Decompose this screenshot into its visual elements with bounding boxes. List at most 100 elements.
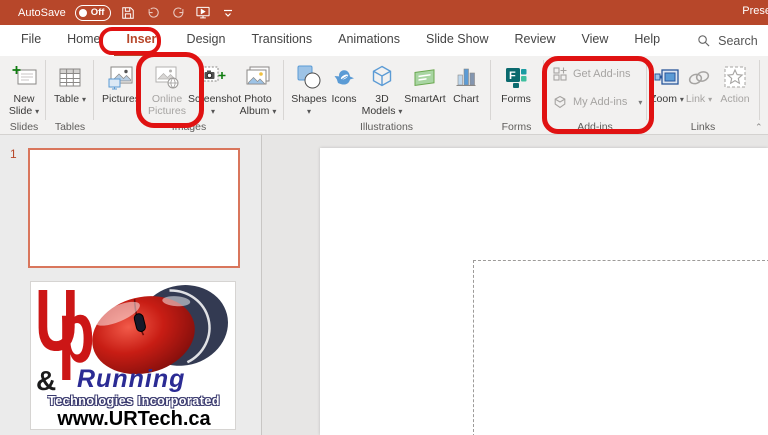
search-input[interactable]: Search <box>695 25 758 56</box>
tab-file[interactable]: File <box>8 25 54 56</box>
tab-transitions[interactable]: Transitions <box>238 25 325 56</box>
3d-models-icon <box>369 60 395 90</box>
new-slide-button[interactable]: New Slide ▾ <box>3 58 45 120</box>
smartart-button[interactable]: SmartArt <box>402 58 448 120</box>
pictures-button[interactable]: Pictures <box>99 58 143 120</box>
group-divider <box>45 60 46 120</box>
forms-icon: F <box>504 60 528 90</box>
my-addins-icon <box>552 94 568 110</box>
dropdown-arrow-icon: ▾ <box>708 95 712 104</box>
content-placeholder[interactable]: Cli <box>473 260 768 435</box>
zoom-icon <box>653 60 681 90</box>
urtech-logo: U p & Running Technologies Incorporated … <box>30 281 236 430</box>
tab-view[interactable]: View <box>569 25 622 56</box>
tab-insert[interactable]: Insert <box>114 25 174 56</box>
online-pictures-button[interactable]: Online Pictures <box>142 58 192 120</box>
3d-models-button[interactable]: 3D Models ▾ <box>360 58 404 120</box>
screenshot-button[interactable]: Screenshot ▾ <box>188 58 238 120</box>
tab-help[interactable]: Help <box>621 25 673 56</box>
chart-button[interactable]: Chart <box>448 58 484 120</box>
get-addins-button[interactable]: Get Add-ins <box>552 64 644 84</box>
zoom-button[interactable]: Zoom ▾ <box>648 58 686 120</box>
new-slide-icon <box>11 60 38 90</box>
link-label: Link <box>686 93 705 105</box>
get-addins-icon <box>552 66 568 82</box>
ribbon-group-label-addins: Add-ins <box>545 121 645 133</box>
link-button[interactable]: Link ▾ <box>682 58 716 120</box>
dropdown-arrow-icon: ▾ <box>272 107 276 116</box>
3d-models-label: 3D Models <box>362 93 396 117</box>
collapse-ribbon-icon[interactable]: ⌃ <box>755 122 763 133</box>
photo-album-label: Photo Album <box>240 93 272 117</box>
group-divider <box>646 60 647 120</box>
ribbon: New Slide ▾ Table ▾ <box>0 56 768 135</box>
ribbon-group-label-slides: Slides <box>3 121 45 133</box>
group-divider <box>490 60 491 120</box>
title-bar: AutoSave Off <box>0 0 768 25</box>
group-divider <box>283 60 284 120</box>
forms-label: Forms <box>501 93 531 105</box>
icons-label: Icons <box>331 93 356 105</box>
search-icon <box>695 33 711 49</box>
dropdown-arrow-icon: ▾ <box>35 107 39 116</box>
group-divider <box>93 60 94 120</box>
autosave-toggle[interactable]: Off <box>75 5 112 21</box>
tab-home[interactable]: Home <box>54 25 113 56</box>
action-button[interactable]: Action <box>714 58 756 120</box>
icons-icon <box>331 60 357 90</box>
autosave-state: Off <box>91 7 105 18</box>
chart-icon <box>453 60 479 90</box>
group-divider <box>759 60 760 120</box>
table-label: Table <box>54 93 79 105</box>
ribbon-group-label-links: Links <box>648 121 758 133</box>
ribbon-tab-bar: File Home Insert Design Transitions Anim… <box>0 25 768 56</box>
online-pictures-icon <box>153 60 181 90</box>
table-button[interactable]: Table ▾ <box>50 58 90 120</box>
powerpoint-window: AutoSave Off <box>0 0 768 435</box>
photo-album-button[interactable]: Photo Album ▾ <box>234 58 282 120</box>
smartart-icon <box>411 60 439 90</box>
my-addins-button[interactable]: My Add-ins ▾ <box>552 92 644 112</box>
tab-slide-show[interactable]: Slide Show <box>413 25 502 56</box>
ribbon-group-label-forms: Forms <box>491 121 542 133</box>
ribbon-group-label-images: Images <box>96 121 282 133</box>
logo-website: www.URTech.ca <box>31 408 236 430</box>
undo-icon[interactable] <box>145 5 161 21</box>
action-label: Action <box>720 93 749 105</box>
zoom-label: Zoom <box>650 93 677 105</box>
online-pictures-label: Online Pictures <box>148 93 186 117</box>
search-placeholder: Search <box>718 34 758 48</box>
action-icon <box>722 60 748 90</box>
ribbon-group-label-tables: Tables <box>48 121 92 133</box>
redo-icon[interactable] <box>170 5 186 21</box>
tab-animations[interactable]: Animations <box>325 25 413 56</box>
slide-thumbnail-panel: 1 <box>0 135 262 435</box>
new-slide-label: New Slide <box>9 93 35 117</box>
slide-thumbnail[interactable] <box>28 148 240 268</box>
tab-design[interactable]: Design <box>174 25 239 56</box>
dropdown-arrow-icon: ▾ <box>82 95 86 104</box>
screenshot-icon <box>199 60 227 90</box>
dropdown-arrow-icon: ▾ <box>638 98 642 107</box>
save-icon[interactable] <box>120 5 136 21</box>
tab-review[interactable]: Review <box>502 25 569 56</box>
logo-running-text: Running <box>77 365 185 394</box>
autosave-label: AutoSave <box>18 7 66 19</box>
get-addins-label: Get Add-ins <box>573 68 630 80</box>
toggle-knob-icon <box>79 9 87 17</box>
logo-tagline: Technologies Incorporated <box>31 394 236 408</box>
workspace: 1 <box>0 135 768 435</box>
customize-toolbar-icon[interactable] <box>220 5 236 21</box>
table-icon <box>57 60 83 90</box>
shapes-icon <box>296 60 322 90</box>
svg-text:F: F <box>509 70 516 82</box>
link-icon <box>686 60 712 90</box>
slide-canvas[interactable]: Cli <box>320 148 768 435</box>
start-slideshow-icon[interactable] <box>195 5 211 21</box>
ribbon-group-label-illustrations: Illustrations <box>284 121 489 133</box>
icons-button[interactable]: Icons <box>326 58 362 120</box>
group-divider <box>543 60 544 120</box>
shapes-button[interactable]: Shapes ▾ <box>288 58 330 120</box>
forms-button[interactable]: F Forms <box>496 58 536 120</box>
my-addins-label: My Add-ins <box>573 96 627 108</box>
